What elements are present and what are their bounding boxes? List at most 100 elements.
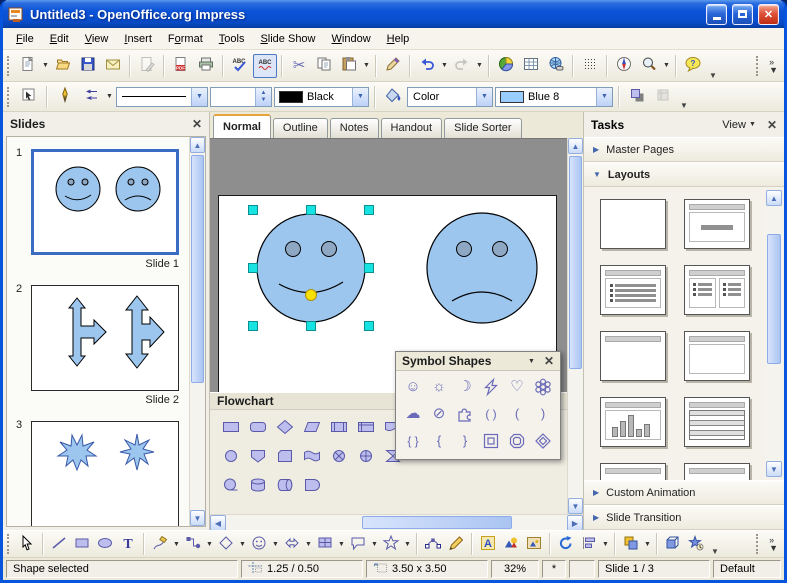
scroll-up-icon[interactable]: ▲ xyxy=(190,137,205,153)
paste-button[interactable] xyxy=(337,54,361,78)
symbol-shapes-button[interactable] xyxy=(248,533,270,555)
toolbar-grip[interactable] xyxy=(7,534,11,554)
menu-edit[interactable]: Edit xyxy=(42,30,77,48)
export-pdf-button[interactable]: PDF xyxy=(169,54,193,78)
layout-blank-1[interactable] xyxy=(600,199,666,249)
fill-style-select[interactable]: Color ▼ xyxy=(407,87,493,107)
minimize-button[interactable] xyxy=(706,4,727,25)
paste-dropdown[interactable]: ▼ xyxy=(362,54,371,78)
block-arrows-button[interactable] xyxy=(281,533,303,555)
symbol-shapes-palette[interactable]: Symbol Shapes ▼ ✕ ☺☼☽♡☁⊘( )(){ }{} xyxy=(395,351,561,460)
zoom-button[interactable] xyxy=(637,54,661,78)
layout-title-chart-7[interactable] xyxy=(600,397,666,447)
insert-chart-button[interactable] xyxy=(494,54,518,78)
save-button[interactable] xyxy=(76,54,100,78)
section-layouts[interactable]: ▼ Layouts xyxy=(584,162,784,187)
scroll-thumb[interactable] xyxy=(191,155,204,383)
hyperlink-button[interactable] xyxy=(544,54,568,78)
menu-format[interactable]: Format xyxy=(160,30,211,48)
section-custom-animation[interactable]: ▶ Custom Animation xyxy=(584,480,784,505)
scroll-thumb[interactable] xyxy=(569,156,582,369)
fill-color-dropdown[interactable]: ▼ xyxy=(596,88,612,106)
canvas-horizontal-scrollbar[interactable]: ◀ ▶ xyxy=(210,514,583,530)
menu-help[interactable]: Help xyxy=(379,30,418,48)
glue-points-button[interactable] xyxy=(445,533,467,555)
menu-file[interactable]: File xyxy=(8,30,42,48)
tab-handout[interactable]: Handout xyxy=(381,118,443,138)
help-button[interactable]: ? xyxy=(681,54,705,78)
copy-button[interactable] xyxy=(312,54,336,78)
smiley-face[interactable] xyxy=(257,214,365,322)
symbol-shape-cloud-icon[interactable]: ☁ xyxy=(400,402,426,426)
section-slide-transition[interactable]: ▶ Slide Transition xyxy=(584,505,784,530)
frowny-face[interactable] xyxy=(427,213,537,323)
gallery-button[interactable] xyxy=(523,533,545,555)
rotate-button[interactable] xyxy=(555,533,577,555)
animation-effects-button[interactable] xyxy=(685,533,707,555)
layout-title-two-content-4[interactable] xyxy=(684,265,750,315)
flowchart-shape-off-page-connector-icon[interactable] xyxy=(245,444,271,468)
scroll-thumb[interactable] xyxy=(767,234,781,364)
title-bar[interactable]: Untitled3 - OpenOffice.org Impress ✕ xyxy=(3,0,784,28)
layout-title-subtitle-2[interactable] xyxy=(684,199,750,249)
symbol-shape-left-bracket-icon[interactable]: ( xyxy=(504,402,530,426)
connector-button[interactable] xyxy=(182,533,204,555)
callouts-dropdown[interactable]: ▼ xyxy=(370,532,379,556)
scroll-up-icon[interactable]: ▲ xyxy=(568,138,583,154)
slide-item-3[interactable]: 3 xyxy=(31,421,181,527)
scroll-right-icon[interactable]: ▶ xyxy=(567,515,583,531)
scroll-down-icon[interactable]: ▼ xyxy=(190,510,205,526)
menu-window[interactable]: Window xyxy=(324,30,379,48)
basic-shapes-dropdown[interactable]: ▼ xyxy=(238,532,247,556)
slide-thumbnail-smiley-and-frowny-faces[interactable] xyxy=(31,149,179,255)
tab-slide-sorter[interactable]: Slide Sorter xyxy=(444,118,521,138)
scroll-up-icon[interactable]: ▲ xyxy=(766,190,782,206)
slides-panel-close-icon[interactable]: ✕ xyxy=(192,117,202,131)
flowchart-shape-or-icon[interactable] xyxy=(353,444,379,468)
tab-normal[interactable]: Normal xyxy=(213,114,271,138)
layouts-scrollbar[interactable]: ▲ ▼ xyxy=(766,190,782,477)
layout-partial-10[interactable] xyxy=(684,463,750,480)
menu-tools[interactable]: Tools xyxy=(211,30,253,48)
symbol-shape-sun-icon[interactable]: ☼ xyxy=(426,375,452,399)
symbol-shapes-dropdown[interactable]: ▼ xyxy=(271,532,280,556)
toolbar-grip[interactable] xyxy=(756,534,760,554)
insert-table-button[interactable] xyxy=(519,54,543,78)
symbol-shape-bracket-pair-icon[interactable]: ( ) xyxy=(478,402,504,426)
tab-notes[interactable]: Notes xyxy=(330,118,379,138)
layout-title-content-3[interactable] xyxy=(600,265,666,315)
symbol-shape-flower-icon[interactable] xyxy=(530,375,556,399)
tasks-view-menu[interactable]: View xyxy=(722,119,746,131)
status-style[interactable]: Default xyxy=(713,560,781,578)
menu-view[interactable]: View xyxy=(77,30,117,48)
arrange-button[interactable] xyxy=(620,533,642,555)
slide-thumbnail-star-shapes[interactable] xyxy=(31,421,179,527)
extrusion-button[interactable] xyxy=(662,533,684,555)
maximize-button[interactable] xyxy=(732,4,753,25)
flowchart-shape-data-icon[interactable] xyxy=(299,415,325,439)
section-master-pages[interactable]: ▶ Master Pages xyxy=(584,137,784,162)
zoom-dropdown[interactable]: ▼ xyxy=(662,54,671,78)
stars-dropdown[interactable]: ▼ xyxy=(403,532,412,556)
flowchart-dropdown[interactable]: ▼ xyxy=(337,532,346,556)
callouts-button[interactable] xyxy=(347,533,369,555)
line-width-input[interactable]: ▲▼ xyxy=(210,87,272,107)
slide-thumbnail-block-arrows[interactable] xyxy=(31,285,179,391)
scroll-down-icon[interactable]: ▼ xyxy=(568,498,583,514)
symbol-shape-heart-icon[interactable]: ♡ xyxy=(504,375,530,399)
flowchart-shape-summing-junction-icon[interactable] xyxy=(326,444,352,468)
flowchart-button[interactable] xyxy=(314,533,336,555)
slide-item-2[interactable]: 2Slide 2 xyxy=(31,285,181,409)
scroll-left-icon[interactable]: ◀ xyxy=(210,515,226,531)
alignment-button[interactable] xyxy=(578,533,600,555)
select-button[interactable] xyxy=(16,533,38,555)
flowchart-shape-card-icon[interactable] xyxy=(272,444,298,468)
scroll-down-icon[interactable]: ▼ xyxy=(766,461,782,477)
close-button[interactable]: ✕ xyxy=(758,4,779,25)
symbol-shape-square-bevel-icon[interactable] xyxy=(478,429,504,453)
rectangle-button[interactable] xyxy=(71,533,93,555)
fill-color-select[interactable]: Blue 8 ▼ xyxy=(495,87,613,107)
layout-title-frame-6[interactable] xyxy=(684,331,750,381)
status-zoom[interactable]: 32% xyxy=(491,560,539,578)
tasks-view-dropdown-icon[interactable]: ▼ xyxy=(748,118,757,132)
